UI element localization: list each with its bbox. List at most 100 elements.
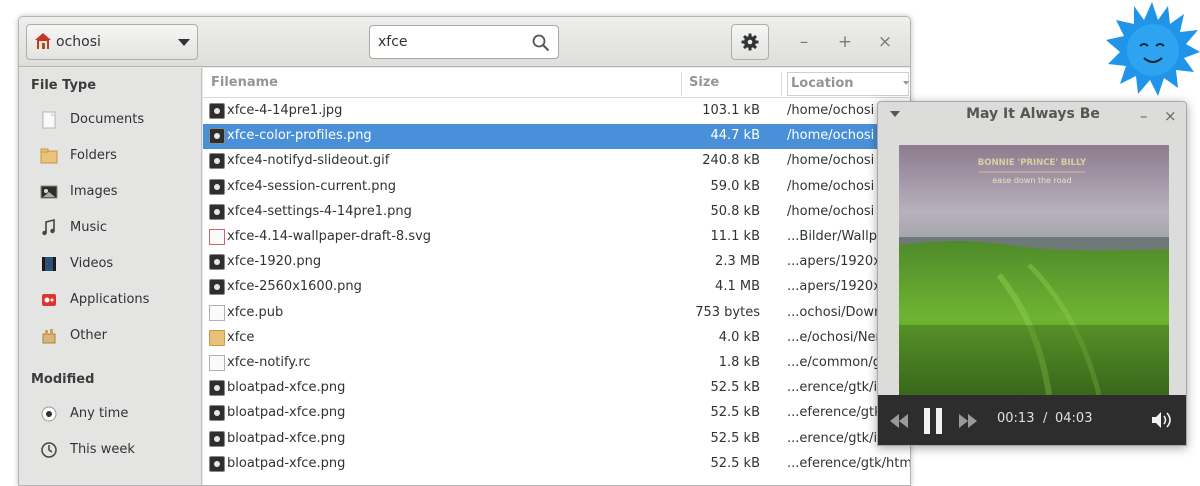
file-location: ...eference/gtk/htm	[787, 455, 911, 471]
table-row[interactable]: xfce-1920.png 2.3 MB ...apers/1920x12	[203, 250, 910, 275]
text-file-icon	[209, 304, 225, 321]
table-row[interactable]: xfce4-settings-4-14pre1.png 50.8 kB/home/…	[203, 200, 910, 225]
modified-option-this-week[interactable]: This week	[19, 434, 201, 466]
document-icon	[42, 111, 56, 129]
table-row[interactable]: bloatpad-xfce.png 52.5 kB ...erence/gtk/im…	[203, 376, 910, 401]
image-file-icon	[209, 178, 225, 195]
table-row[interactable]: xfce-4-14pre1.jpg 103.1 kB/home/ochosi	[203, 99, 910, 124]
file-name: xfce-1920.png	[227, 254, 322, 270]
list-header: Filename Size Location	[203, 68, 910, 98]
sort-arrow-icon	[903, 81, 909, 85]
clock-icon	[41, 442, 57, 458]
sun-mascot-icon	[1106, 2, 1200, 96]
home-icon	[35, 33, 51, 49]
table-row[interactable]: xfce-notify.rc 1.8 kB ...e/common/gtk-	[203, 351, 910, 376]
file-name: bloatpad-xfce.png	[227, 455, 346, 471]
table-row[interactable]: xfce-4.14-wallpaper-draft-8.svg 11.1 kB..…	[203, 225, 910, 250]
table-row[interactable]: xfce-2560x1600.png 4.1 MB ...apers/1920x12	[203, 275, 910, 300]
image-file-icon	[209, 203, 225, 220]
sidebar-item-applications[interactable]: Applications	[19, 284, 201, 316]
sidebar-item-label: Images	[70, 184, 118, 199]
music-player-window: May It Always Be – × BONNIE 'PRINCE' BIL…	[877, 101, 1187, 446]
sidebar-item-images[interactable]: Images	[19, 176, 201, 208]
file-name: xfce	[227, 329, 255, 345]
image-file-icon	[209, 455, 225, 472]
image-file-icon	[209, 153, 225, 170]
table-row[interactable]: xfce4-notifyd-slideout.gif 240.8 kB/home/…	[203, 149, 910, 174]
table-row[interactable]: bloatpad-xfce.png 52.5 kB ...erence/gtk/im…	[203, 427, 910, 452]
chevron-down-icon	[178, 39, 190, 46]
table-row[interactable]: xfce 4.0 kB ...e/ochosi/Nerds	[203, 326, 910, 351]
file-size: 1.8 kB	[718, 355, 760, 370]
file-name: xfce-notify.rc	[227, 355, 311, 370]
image-file-icon	[209, 103, 225, 119]
music-icon	[39, 218, 59, 238]
video-icon	[39, 254, 59, 274]
column-size[interactable]: Size	[689, 75, 719, 90]
time-separator: /	[1043, 411, 1048, 426]
clock-icon	[39, 440, 59, 460]
sidebar-item-videos[interactable]: Videos	[19, 248, 201, 280]
sidebar-item-label: Any time	[70, 406, 129, 421]
volume-icon[interactable]	[1151, 411, 1173, 429]
settings-button[interactable]	[731, 24, 769, 60]
file-size: 52.5 kB	[710, 405, 760, 421]
current-time: 00:13	[997, 411, 1035, 426]
file-size: 753 bytes	[695, 304, 760, 320]
sidebar-item-label: This week	[70, 442, 135, 457]
catfish-window: ochosi – + ×	[18, 16, 911, 486]
column-divider	[781, 72, 782, 96]
image-file-icon	[209, 380, 225, 397]
search-input[interactable]	[378, 32, 528, 52]
file-name: xfce4-notifyd-slideout.gif	[227, 153, 390, 169]
table-row[interactable]: xfce.pub 753 bytes ...ochosi/Downlo	[203, 301, 910, 326]
player-close-button[interactable]: ×	[1164, 107, 1177, 125]
file-size: 4.1 MB	[715, 279, 760, 295]
file-name: xfce-4.14-wallpaper-draft-8.svg	[227, 229, 432, 244]
file-size: 52.5 kB	[710, 455, 760, 471]
file-size: 59.0 kB	[710, 178, 760, 194]
sidebar-item-music[interactable]: Music	[19, 212, 201, 244]
sidebar-item-label: Music	[70, 220, 107, 235]
table-row[interactable]: xfce4-session-current.png 59.0 kB/home/oc…	[203, 175, 910, 200]
sidebar-item-other[interactable]: Other	[19, 320, 201, 352]
album-art: BONNIE 'PRINCE' BILLY ease down the road	[899, 145, 1169, 395]
table-row[interactable]: bloatpad-xfce.png 52.5 kB ...eference/gtk/…	[203, 401, 910, 426]
search-icon[interactable]	[532, 34, 550, 52]
file-size: 11.1 kB	[710, 229, 760, 244]
close-button[interactable]: ×	[873, 30, 897, 54]
file-size: 44.7 kB	[710, 128, 760, 144]
location-combo[interactable]: ochosi	[26, 24, 198, 60]
radio-selected-icon	[39, 404, 59, 424]
maximize-button[interactable]: +	[833, 30, 857, 54]
table-row[interactable]: xfce-color-profiles.png 44.7 kB/home/ocho…	[203, 124, 910, 150]
other-icon	[39, 326, 59, 346]
table-row[interactable]: bloatpad-xfce.png 52.5 kB ...eference/gtk/…	[203, 452, 911, 477]
folder-file-icon	[209, 329, 225, 346]
player-minimize-button[interactable]: –	[1140, 107, 1148, 125]
applications-icon	[39, 290, 59, 310]
album-art-image: BONNIE 'PRINCE' BILLY ease down the road	[899, 145, 1169, 395]
sidebar-item-documents[interactable]: Documents	[19, 104, 201, 136]
album-title-text: ease down the road	[992, 176, 1071, 185]
folder-icon	[39, 146, 59, 166]
file-name: xfce-2560x1600.png	[227, 279, 362, 295]
image-file-icon	[209, 430, 225, 447]
column-location[interactable]: Location	[787, 72, 909, 96]
minimize-button[interactable]: –	[792, 30, 816, 54]
search-field[interactable]	[369, 25, 559, 59]
location-label: ochosi	[56, 34, 101, 50]
modified-option-any-time[interactable]: Any time	[19, 398, 201, 430]
svg-file-icon	[209, 229, 225, 245]
sidebar-item-label: Videos	[70, 256, 114, 271]
column-filename[interactable]: Filename	[211, 75, 278, 90]
pause-icon[interactable]	[923, 408, 943, 434]
sidebar-item-folders[interactable]: Folders	[19, 140, 201, 172]
next-track-icon[interactable]	[958, 414, 978, 428]
sidebar-item-label: Folders	[70, 148, 117, 163]
sidebar-item-label: Other	[70, 328, 107, 343]
image-file-icon	[209, 405, 225, 422]
previous-track-icon[interactable]	[889, 414, 909, 428]
file-size: 52.5 kB	[710, 380, 760, 396]
folder-icon	[40, 148, 58, 164]
